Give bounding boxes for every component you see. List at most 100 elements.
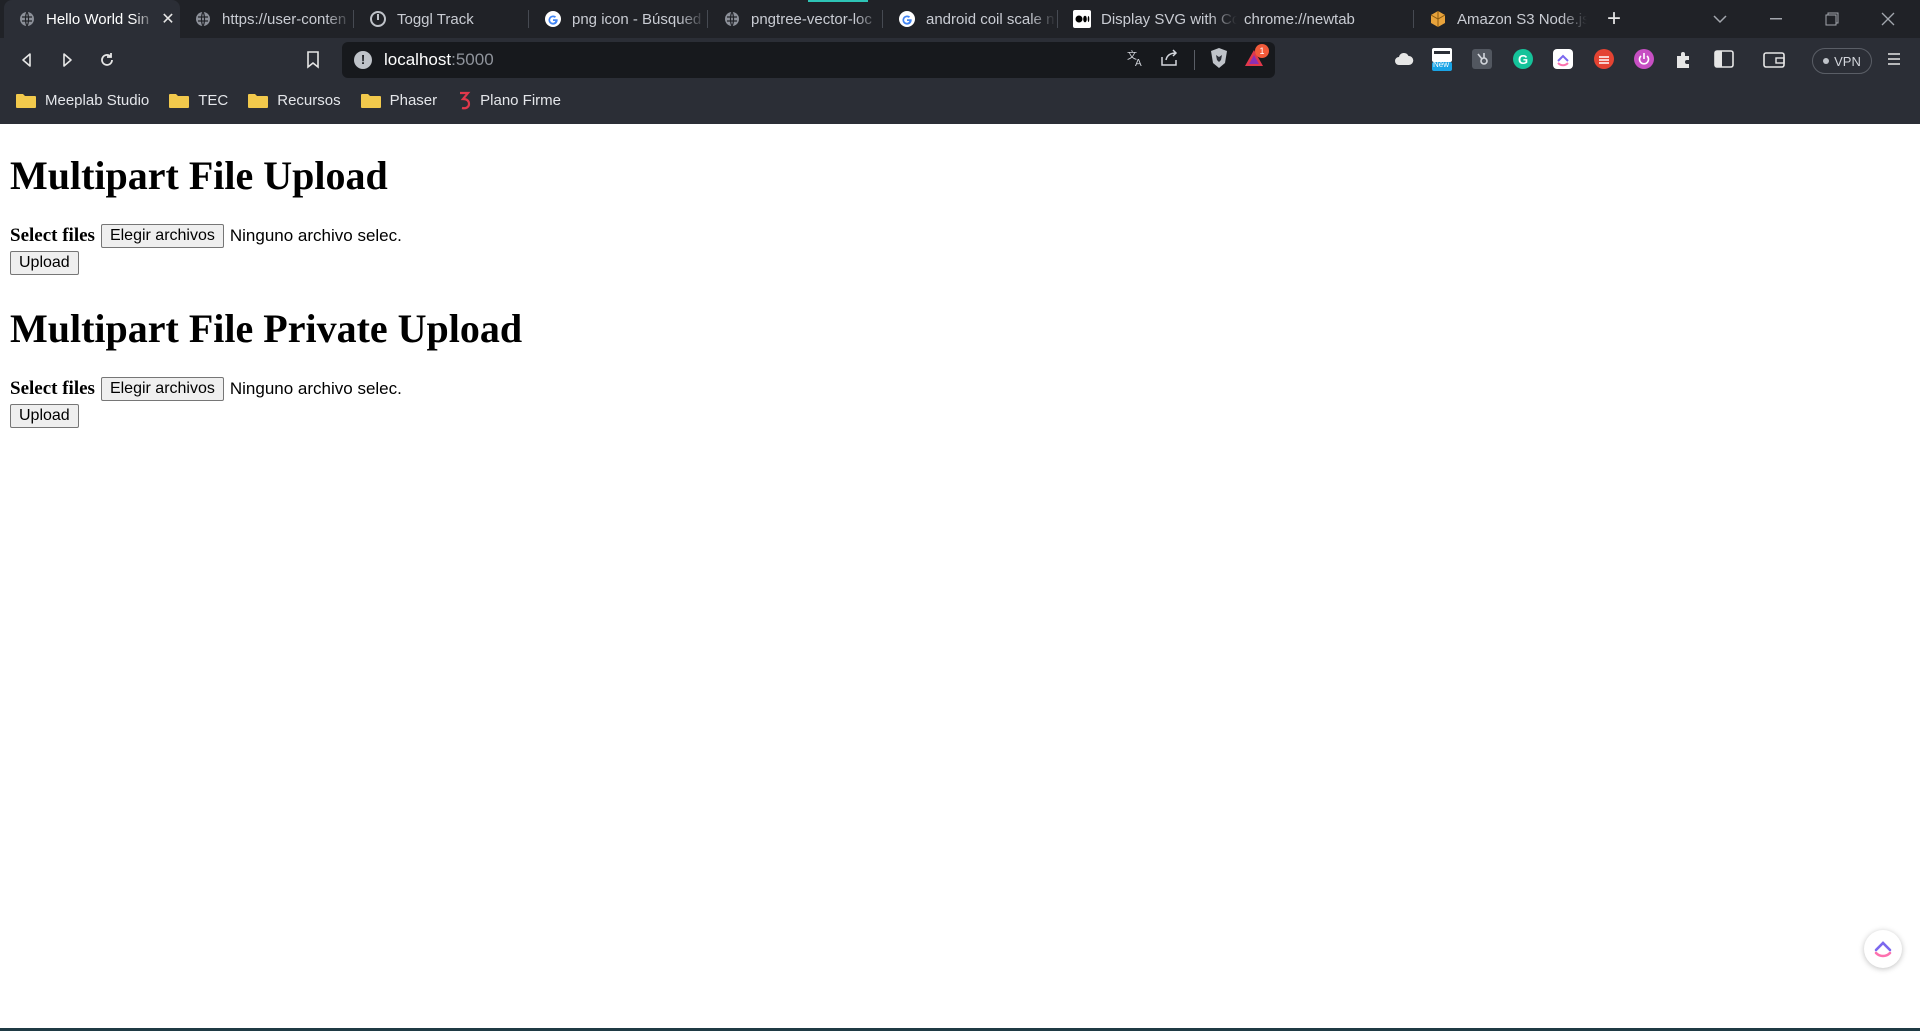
restore-icon[interactable] — [1804, 0, 1860, 38]
bookmark-meeplab-studio[interactable]: Meeplab Studio — [16, 92, 149, 109]
todoist-icon[interactable] — [1590, 45, 1618, 73]
tab-png-icon-search[interactable]: png icon - Búsqued — [530, 0, 706, 38]
bookmark-label: Recursos — [277, 91, 341, 109]
site-icon — [460, 91, 471, 110]
share-icon[interactable] — [1160, 48, 1180, 72]
google-icon — [544, 10, 562, 28]
bookmark-label: Meeplab Studio — [45, 91, 150, 109]
private-file-status-text: Ninguno archivo selec. — [229, 379, 402, 398]
private-upload-button[interactable]: Upload — [10, 404, 79, 428]
brave-rewards-icon[interactable]: 1 — [1243, 43, 1269, 73]
globe-icon — [723, 10, 741, 28]
vpn-button[interactable]: VPN — [1812, 48, 1872, 74]
tab-separator — [528, 10, 529, 28]
aws-icon — [1429, 10, 1447, 28]
new-badge: New — [1433, 60, 1450, 69]
private-file-label: Select files — [10, 378, 95, 399]
site-info-icon[interactable]: ! — [354, 51, 372, 69]
clickup-floating-icon[interactable] — [1864, 930, 1902, 968]
medium-icon — [1073, 10, 1091, 28]
bookmark-tec[interactable]: TEC — [169, 92, 228, 109]
sidebar-toggle-icon[interactable] — [1710, 45, 1738, 73]
reload-icon[interactable] — [92, 46, 122, 74]
close-window-icon[interactable] — [1860, 0, 1916, 38]
bookmark-label: Plano Firme — [480, 91, 561, 109]
tab-pngtree[interactable]: pngtree-vector-loc — [709, 0, 881, 38]
upload-button[interactable]: Upload — [10, 251, 79, 275]
private-file-select-row: Select files Elegir archivos Ninguno arc… — [10, 377, 402, 401]
extension-new-icon[interactable]: New — [1428, 45, 1456, 73]
menu-icon[interactable] — [1880, 45, 1908, 73]
tab-newtab[interactable]: chrome://newtab — [1240, 0, 1412, 38]
minimize-icon[interactable] — [1748, 0, 1804, 38]
browser-chrome: Hello World Sin ✕ https://user-conten To… — [0, 0, 1920, 124]
address-divider — [1194, 50, 1195, 70]
tab-title: android coil scale n — [926, 10, 1055, 28]
page-content: Multipart File Upload Select files Elegi… — [0, 124, 1920, 1031]
cloud-icon[interactable] — [1390, 45, 1418, 73]
file-label: Select files — [10, 225, 95, 246]
hubspot-icon[interactable] — [1468, 45, 1496, 73]
tab-hello-world[interactable]: Hello World Sin ✕ — [4, 0, 180, 38]
power-icon[interactable] — [1630, 45, 1658, 73]
extensions-puzzle-icon[interactable] — [1670, 45, 1698, 73]
bookmark-label: TEC — [198, 91, 229, 109]
svg-text:A: A — [1135, 58, 1142, 68]
vpn-label: VPN — [1834, 53, 1861, 69]
bookmark-icon[interactable] — [298, 46, 328, 74]
tab-android-coil[interactable]: android coil scale n — [884, 0, 1056, 38]
tab-amazon-s3[interactable]: Amazon S3 Node.js — [1415, 0, 1587, 38]
address-port: :5000 — [451, 50, 494, 69]
tab-separator — [882, 10, 883, 28]
page-title: Multipart File Upload — [10, 153, 388, 198]
tab-title: Amazon S3 Node.js — [1457, 10, 1587, 28]
choose-files-button[interactable]: Elegir archivos — [100, 224, 224, 248]
new-tab-button[interactable]: + — [1600, 5, 1628, 33]
bookmarks-bar: Meeplab Studio TEC Recursos Phaser Plano… — [0, 84, 1920, 116]
translate-icon[interactable]: 文A — [1126, 48, 1146, 73]
clickup-extension-icon[interactable] — [1549, 45, 1577, 73]
address-bar[interactable]: ! localhost:5000 文A 1 — [342, 42, 1275, 78]
tab-title: png icon - Búsqued — [572, 10, 702, 28]
tab-user-content[interactable]: https://user-conten — [180, 0, 352, 38]
tab-title: Display SVG with Co — [1101, 10, 1237, 28]
bookmark-recursos[interactable]: Recursos — [248, 91, 341, 109]
wallet-icon[interactable] — [1760, 45, 1788, 73]
toggl-icon — [369, 10, 387, 28]
bookmark-plano-firme[interactable]: Plano Firme — [457, 90, 561, 110]
private-upload-title: Multipart File Private Upload — [10, 306, 523, 351]
globe-icon — [18, 10, 36, 28]
tab-display-svg[interactable]: Display SVG with Co — [1059, 0, 1237, 38]
folder-icon — [16, 93, 36, 108]
brave-shield-icon[interactable] — [1209, 47, 1229, 74]
close-tab-icon[interactable]: ✕ — [156, 9, 180, 29]
address-host: localhost — [384, 50, 452, 69]
tab-strip: Hello World Sin ✕ https://user-conten To… — [0, 0, 1920, 38]
tab-title: Hello World Sin — [46, 10, 150, 28]
vpn-status-dot — [1823, 58, 1830, 64]
tab-title: https://user-conten — [222, 10, 347, 28]
tab-title: Toggl Track — [397, 10, 474, 28]
folder-icon — [248, 93, 269, 108]
private-choose-files-button[interactable]: Elegir archivos — [100, 377, 224, 401]
file-select-row: Select files Elegir archivos Ninguno arc… — [10, 224, 402, 248]
address-url[interactable]: localhost:5000 — [384, 50, 494, 70]
google-icon — [898, 10, 916, 28]
forward-icon[interactable] — [52, 46, 82, 74]
tab-title: chrome://newtab — [1244, 10, 1355, 28]
tab-separator — [707, 10, 708, 28]
grammarly-icon[interactable]: G — [1509, 45, 1537, 73]
address-bar-actions: 文A 1 — [1126, 43, 1269, 74]
tab-separator — [1057, 10, 1058, 28]
tab-separator — [353, 10, 354, 28]
bookmark-label: Phaser — [389, 91, 438, 109]
tab-toggl-track[interactable]: Toggl Track — [355, 0, 527, 38]
folder-icon — [360, 93, 381, 108]
tab-separator — [1413, 10, 1414, 28]
tab-search-chevron-icon[interactable] — [1692, 0, 1748, 38]
globe-icon — [194, 10, 212, 28]
file-status-text: Ninguno archivo selec. — [229, 226, 402, 245]
bookmark-phaser[interactable]: Phaser — [360, 91, 438, 109]
back-icon[interactable] — [12, 46, 42, 74]
svg-text:G: G — [1518, 52, 1528, 67]
